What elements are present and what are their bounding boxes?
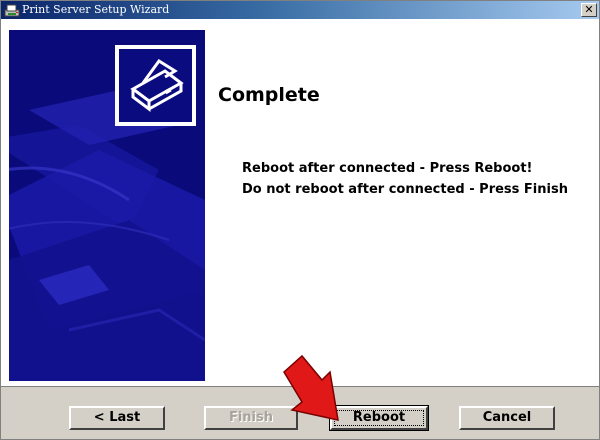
button-bar: < Last Finish Reboot Cancel	[1, 386, 599, 439]
page-title: Complete	[218, 84, 320, 106]
finish-button-label: Finish	[228, 410, 274, 425]
cancel-button-label: Cancel	[482, 410, 532, 425]
instruction-reboot: Reboot after connected - Press Reboot!	[242, 161, 533, 176]
reboot-button[interactable]: Reboot	[329, 405, 429, 431]
wizard-window: Print Server Setup Wizard ✕ Complete Reb…	[0, 0, 600, 440]
last-button[interactable]: < Last	[69, 406, 165, 430]
wizard-logo	[115, 45, 196, 126]
printer-icon	[4, 3, 20, 17]
instruction-finish: Do not reboot after connected - Press Fi…	[242, 182, 568, 197]
wizard-side-banner	[9, 30, 205, 381]
reboot-button-label: Reboot	[352, 410, 406, 425]
close-icon: ✕	[584, 3, 594, 16]
title-bar[interactable]: Print Server Setup Wizard ✕	[1, 1, 599, 19]
finish-button[interactable]: Finish	[204, 406, 298, 430]
close-button[interactable]: ✕	[581, 3, 597, 17]
cancel-button[interactable]: Cancel	[459, 406, 555, 430]
window-title: Print Server Setup Wizard	[22, 3, 170, 16]
